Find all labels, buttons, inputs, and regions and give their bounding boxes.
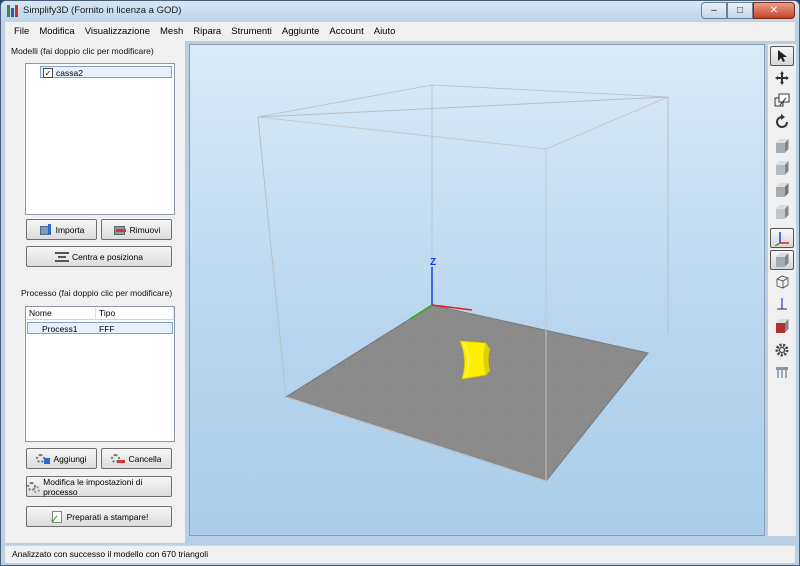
axes-icon: [774, 232, 789, 246]
edit-settings-label: Modifica le impostazioni di processo: [43, 476, 143, 497]
menu-mesh[interactable]: Mesh: [155, 26, 188, 37]
wireframe-cube-icon: [776, 275, 789, 289]
bed-grid: [286, 305, 648, 481]
window-title: Simplify3D (Fornito in licenza a GOD): [23, 5, 182, 16]
show-normals-button[interactable]: [770, 294, 794, 314]
supports-button[interactable]: [770, 362, 794, 382]
view-toolbar: [768, 44, 796, 536]
models-list[interactable]: ✓ cassa2: [25, 63, 175, 215]
view-front-button[interactable]: [770, 136, 794, 156]
prepare-to-print-button[interactable]: ✓ Preparati a stampare!: [26, 506, 172, 527]
supports-icon: [776, 367, 788, 378]
cross-section-icon: [775, 319, 789, 333]
view-back-button[interactable]: [770, 158, 794, 178]
delete-process-button[interactable]: Cancella: [101, 448, 172, 469]
menu-strumenti[interactable]: Strumenti: [226, 26, 277, 37]
menu-modifica[interactable]: Modifica: [34, 26, 79, 37]
print-button-label: Preparati a stampare!: [66, 511, 149, 522]
simplify3d-logo-icon: [7, 5, 19, 17]
delete-button-label: Cancella: [128, 453, 162, 464]
close-button[interactable]: ✕: [753, 2, 795, 19]
import-icon: [39, 223, 53, 236]
build-volume-edge: [257, 116, 287, 398]
cube-view-icon: [775, 205, 789, 219]
models-group-title: Modelli (fai doppio clic per modificare): [11, 46, 154, 56]
settings-button[interactable]: [770, 340, 794, 360]
settings-gears-icon: [27, 481, 40, 493]
add-button-label: Aggiungi: [53, 453, 87, 464]
column-header-name[interactable]: Nome: [26, 307, 96, 320]
model-cassa2[interactable]: [459, 340, 490, 380]
delete-gear-icon: [111, 453, 126, 465]
process-group-title: Processo (fai doppio clic per modificare…: [21, 288, 173, 298]
minimize-button[interactable]: –: [701, 2, 727, 19]
edit-process-settings-button[interactable]: Modifica le impostazioni di processo: [26, 476, 172, 497]
z-axis-label: Z: [430, 257, 436, 268]
view-left-button[interactable]: [770, 180, 794, 200]
move-tool-button[interactable]: [770, 68, 794, 88]
column-header-type[interactable]: Tipo: [96, 307, 174, 320]
3d-viewport[interactable]: Z: [189, 44, 765, 536]
build-volume-edge: [257, 96, 669, 118]
import-button[interactable]: Importa: [26, 219, 97, 240]
add-gear-icon: [36, 453, 51, 465]
menu-ripara[interactable]: Ripara: [188, 26, 226, 37]
build-volume-edge: [431, 84, 669, 98]
table-row[interactable]: Process1 FFF: [27, 322, 173, 334]
menu-account[interactable]: Account: [324, 26, 368, 37]
select-icon: [778, 50, 787, 62]
view-right-button[interactable]: [770, 202, 794, 222]
list-item[interactable]: ✓ cassa2: [40, 66, 172, 78]
checkmark-document-icon: ✓: [49, 510, 62, 526]
cube-view-icon: [775, 183, 789, 197]
scale-icon: [774, 93, 790, 107]
status-bar: Analizzato con successo il modello con 6…: [5, 545, 795, 563]
build-volume-edge: [257, 116, 547, 150]
add-process-button[interactable]: Aggiungi: [26, 448, 97, 469]
build-volume-edge: [257, 84, 433, 118]
toggle-axes-button[interactable]: [770, 228, 794, 248]
cube-view-icon: [775, 161, 789, 175]
process-name: Process1: [42, 324, 78, 334]
menu-bar: File Modifica Visualizzazione Mesh Ripar…: [5, 22, 795, 41]
maximize-button[interactable]: □: [727, 2, 753, 19]
app-window: Simplify3D (Fornito in licenza a GOD) – …: [0, 0, 800, 566]
left-panel: Modelli (fai doppio clic per modificare)…: [5, 41, 185, 543]
build-volume-edge: [545, 96, 669, 150]
build-volume-scene: Z: [257, 84, 669, 482]
menu-aiuto[interactable]: Aiuto: [369, 26, 401, 37]
cross-section-button[interactable]: [770, 316, 794, 336]
process-list[interactable]: Nome Tipo Process1 FFF: [25, 306, 175, 442]
gear-icon: [775, 343, 789, 357]
shaded-cube-icon: [775, 253, 789, 267]
menu-visualizzazione[interactable]: Visualizzazione: [80, 26, 155, 37]
center-and-arrange-button[interactable]: Centra e posiziona: [26, 246, 172, 267]
center-arrange-icon: [55, 251, 70, 263]
model-name: cassa2: [56, 68, 83, 78]
remove-button[interactable]: Rimuovi: [101, 219, 172, 240]
remove-icon: [113, 224, 127, 236]
model-checkbox[interactable]: ✓: [43, 68, 53, 78]
import-button-label: Importa: [55, 224, 85, 235]
wireframe-view-button[interactable]: [770, 272, 794, 292]
select-tool-button[interactable]: [770, 46, 794, 66]
move-icon: [775, 71, 789, 85]
scale-tool-button[interactable]: [770, 90, 794, 110]
rotate-tool-button[interactable]: [770, 112, 794, 132]
title-bar: Simplify3D (Fornito in licenza a GOD) – …: [1, 1, 799, 22]
rotate-icon: [776, 114, 788, 128]
menu-aggiunte[interactable]: Aggiunte: [277, 26, 325, 37]
process-type: FFF: [99, 324, 115, 334]
remove-button-label: Rimuovi: [129, 224, 161, 235]
menu-file[interactable]: File: [9, 26, 34, 37]
center-button-label: Centra e posiziona: [72, 251, 143, 262]
shaded-view-button[interactable]: [770, 250, 794, 270]
normals-icon: [777, 298, 787, 310]
cube-view-icon: [775, 139, 789, 153]
